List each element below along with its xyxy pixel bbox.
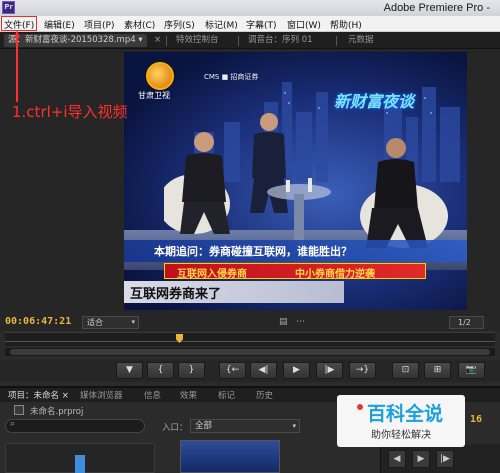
show-logo-text: 新财富夜谈: [334, 92, 415, 111]
tab-divider: [336, 36, 337, 46]
monitor-tab-strip: 源：新财富夜谈-20150328.mp4 ▾ × 特效控制台 调音台：序列 01…: [0, 32, 500, 49]
annotation-text: 1.ctrl+i导入视频: [12, 103, 128, 121]
go-to-out-button[interactable]: →}: [349, 362, 376, 379]
clip-marker-icon: [75, 455, 85, 473]
tab-history[interactable]: 历史: [256, 389, 273, 401]
caption-red-right: 中小券商借力逆袭: [295, 269, 375, 280]
title-bar: Pr Adobe Premiere Pro -: [0, 0, 500, 16]
export-frame-button[interactable]: 📷: [458, 362, 485, 379]
file-menu-highlight: [1, 16, 37, 31]
search-icon: ⌕: [10, 419, 16, 429]
menu-project[interactable]: 项目(P): [84, 18, 114, 31]
play-button[interactable]: ▶: [283, 362, 310, 379]
sponsor-text: CMS ■ 招商证券: [204, 73, 259, 81]
project-file-icon: [14, 405, 24, 415]
zoom-scrollbar-thumb[interactable]: [10, 349, 490, 355]
safe-margins-icon[interactable]: ▤: [279, 317, 288, 327]
station-logo-text: 甘肃卫视: [138, 91, 170, 100]
go-to-in-button[interactable]: {←: [219, 362, 246, 379]
tab-markers[interactable]: 标记: [218, 389, 235, 401]
program-step-back-button[interactable]: ◀: [388, 450, 406, 468]
chevron-down-icon: ▾: [292, 422, 296, 430]
tab-divider: [238, 36, 239, 46]
caption-main-text: 互联网券商来了: [130, 287, 222, 302]
tab-divider: [166, 36, 167, 46]
guest-left-figure: [164, 132, 230, 234]
add-marker-button[interactable]: ▼: [116, 362, 143, 379]
clip-thumbnail[interactable]: [180, 440, 280, 473]
insert-button[interactable]: ⊡: [392, 362, 419, 379]
tab-metadata[interactable]: 元数据: [348, 34, 374, 47]
step-back-button[interactable]: ◀|: [250, 362, 277, 379]
zoom-fit-value: 适合: [87, 318, 103, 327]
playhead-timecode[interactable]: 00:06:47:21: [5, 316, 71, 327]
chevron-down-icon: ▾: [131, 318, 135, 326]
program-timecode[interactable]: 16: [470, 414, 482, 425]
step-forward-button[interactable]: |▶: [316, 362, 343, 379]
search-input[interactable]: [5, 419, 145, 433]
tab-info[interactable]: 信息: [144, 389, 161, 401]
in-label: 入口：: [162, 423, 188, 433]
menu-marker[interactable]: 标记(M): [205, 18, 238, 31]
resolution-select[interactable]: 1/2: [449, 316, 484, 329]
tab-audio-mixer[interactable]: 调音台：序列 01: [248, 34, 313, 47]
resolution-value: 1/2: [458, 318, 471, 327]
mark-in-button[interactable]: {: [147, 362, 174, 379]
tab-close[interactable]: ×: [154, 34, 161, 47]
video-frame[interactable]: 甘肃卫视 CMS ■ 招商证券 新财富夜谈 本期追问：券商碰撞互联网，谁能胜出？…: [124, 52, 467, 310]
in-filter-select[interactable]: 全部 ▾: [190, 419, 300, 433]
program-play-button[interactable]: ▶: [412, 450, 430, 468]
tab-source[interactable]: 源：新财富夜谈-20150328.mp4 ▾: [4, 34, 147, 47]
project-name: 未命名.prproj: [30, 407, 84, 417]
caption-subtitle-bar: 互联网入侵券商 中小券商借力逆袭: [164, 263, 426, 280]
menu-clip[interactable]: 素材(C): [124, 18, 155, 31]
menu-sequence[interactable]: 序列(S): [164, 18, 195, 31]
menu-title[interactable]: 字幕(T): [246, 18, 277, 31]
tab-effect-controls[interactable]: 特效控制台: [176, 34, 219, 47]
window-title: Adobe Premiere Pro -: [383, 2, 490, 14]
mark-out-button[interactable]: }: [178, 362, 205, 379]
menu-help[interactable]: 帮助(H): [330, 18, 362, 31]
watermark-subtitle: 助你轻松解决: [371, 430, 431, 441]
menu-bar: 文件(F) 编辑(E) 项目(P) 素材(C) 序列(S) 标记(M) 字幕(T…: [0, 16, 500, 32]
time-ruler[interactable]: [5, 332, 495, 346]
menu-edit[interactable]: 编辑(E): [44, 18, 75, 31]
station-logo-icon: [146, 62, 174, 90]
overwrite-button[interactable]: ⊞: [424, 362, 451, 379]
output-icon[interactable]: ⋯: [296, 317, 305, 327]
in-filter-value: 全部: [195, 421, 213, 431]
tab-effects[interactable]: 效果: [180, 389, 197, 401]
caption-red-left: 互联网入侵券商: [177, 269, 247, 280]
menu-window[interactable]: 窗口(W): [287, 18, 321, 31]
monitor-controls-row: [0, 315, 500, 331]
ruler-track: [5, 341, 495, 342]
premiere-logo-icon: Pr: [2, 1, 15, 14]
watermark-title: 百科全说: [367, 403, 444, 425]
caption-question: 本期追问：券商碰撞互联网，谁能胜出？: [154, 245, 352, 258]
tab-project[interactable]: 项目：未命名 ×: [8, 389, 69, 401]
caption-main-bar: 互联网券商来了: [124, 281, 344, 303]
zoom-fit-select[interactable]: 适合 ▾: [82, 316, 139, 329]
tab-media-browser[interactable]: 媒体浏览器: [80, 389, 123, 401]
host-right-figure: [360, 138, 448, 248]
watermark-dot-icon: [357, 404, 363, 410]
annotation-arrow-icon: [14, 30, 20, 102]
program-step-forward-button[interactable]: |▶: [436, 450, 454, 468]
